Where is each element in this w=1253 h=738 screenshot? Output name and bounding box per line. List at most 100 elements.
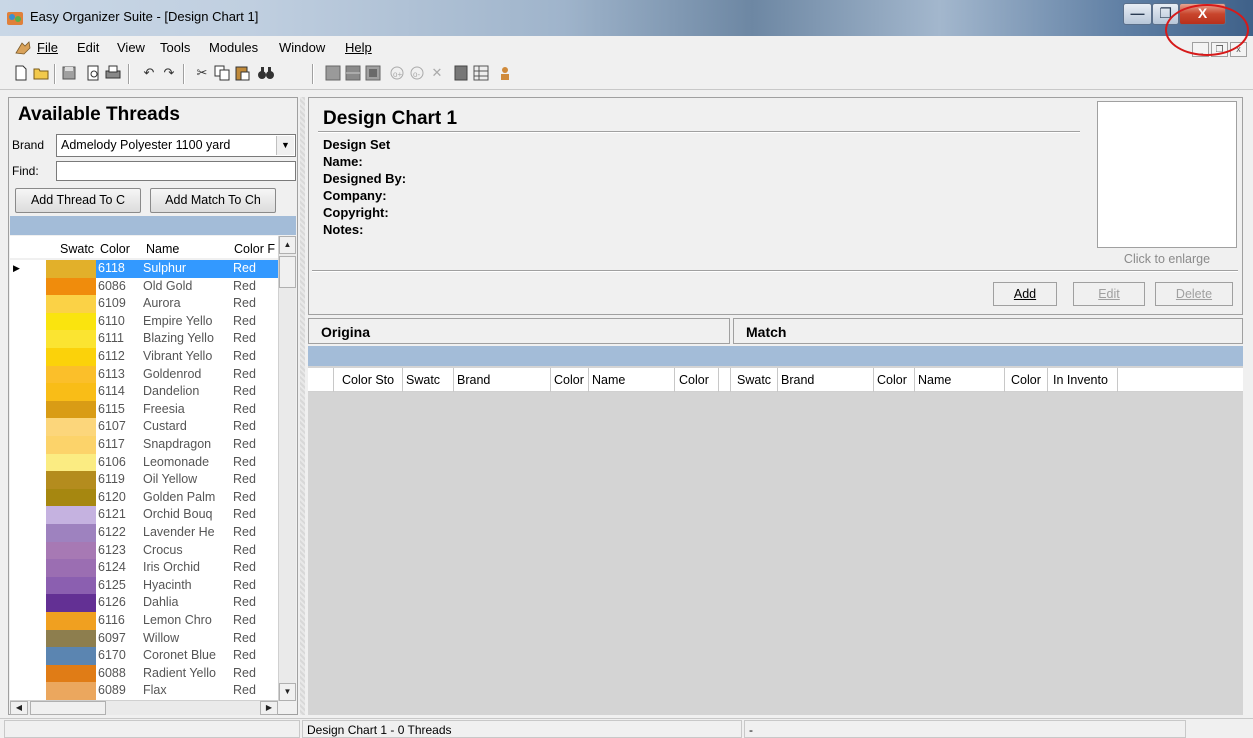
thread-row[interactable]: 6088 Radient Yello Red: [10, 664, 278, 683]
thread-swatch: [46, 488, 96, 507]
column-header-swatch[interactable]: Swatc: [60, 242, 94, 256]
mdi-document-icon[interactable]: [14, 40, 32, 56]
column-header-name[interactable]: Name: [146, 242, 179, 256]
menu-window[interactable]: Window: [279, 40, 325, 55]
grid-tool-icon[interactable]: [472, 64, 490, 82]
chart-tool-2-icon[interactable]: [344, 64, 362, 82]
person-tool-icon[interactable]: [496, 64, 514, 82]
thread-row[interactable]: 6124 Iris Orchid Red: [10, 559, 278, 577]
menu-tools[interactable]: Tools: [160, 40, 190, 55]
scroll-up-arrow-icon[interactable]: ▲: [279, 236, 296, 254]
find-binoculars-icon[interactable]: [257, 64, 275, 82]
thread-name: Hyacinth: [143, 577, 192, 592]
design-image-preview[interactable]: [1097, 101, 1237, 248]
column-header-match-brand[interactable]: Brand: [781, 373, 814, 387]
chevron-down-icon[interactable]: ▼: [276, 136, 294, 155]
find-input[interactable]: [56, 161, 296, 181]
menu-view[interactable]: View: [117, 40, 145, 55]
add-thread-to-chart-button[interactable]: Add Thread To C: [15, 188, 141, 213]
panel-splitter[interactable]: [300, 97, 305, 715]
thread-row[interactable]: 6116 Lemon Chro Red: [10, 612, 278, 630]
menu-edit[interactable]: Edit: [77, 40, 99, 55]
thread-row[interactable]: 6126 Dahlia Red: [10, 594, 278, 612]
chart-tool-3-icon[interactable]: [364, 64, 382, 82]
thread-row[interactable]: 6112 Vibrant Yello Red: [10, 348, 278, 366]
thread-color-number: 6122: [98, 525, 126, 539]
threads-grid[interactable]: 6118 Sulphur Red 6086 Old Gold Red 6109 Aurora R…: [10, 260, 278, 700]
cut-icon[interactable]: ✂: [193, 64, 211, 82]
thread-row[interactable]: 6113 Goldenrod Red: [10, 365, 278, 384]
minimize-button[interactable]: —: [1123, 3, 1152, 25]
scroll-right-arrow-icon[interactable]: ▶: [260, 701, 278, 715]
thread-row[interactable]: 6123 Crocus Red: [10, 541, 278, 560]
thread-row[interactable]: 6118 Sulphur Red: [10, 260, 278, 278]
new-file-icon[interactable]: [12, 64, 30, 82]
column-header-match-swatch[interactable]: Swatc: [737, 373, 771, 387]
thread-row[interactable]: 6121 Orchid Bouq Red: [10, 506, 278, 524]
chart-tool-1-icon[interactable]: [324, 64, 342, 82]
column-header-match-color-family[interactable]: Color: [1011, 373, 1041, 387]
thread-row[interactable]: 6170 Coronet Blue Red: [10, 647, 278, 665]
thread-row[interactable]: 6106 Leomonade Red: [10, 453, 278, 472]
column-header-color-family[interactable]: Color F: [234, 242, 275, 256]
thread-row[interactable]: 6086 Old Gold Red: [10, 277, 278, 296]
undo-icon[interactable]: ↶: [140, 64, 158, 82]
scroll-left-arrow-icon[interactable]: ◀: [10, 701, 28, 715]
thread-row[interactable]: 6120 Golden Palm Red: [10, 488, 278, 507]
paste-icon[interactable]: [233, 64, 251, 82]
brand-select[interactable]: Admelody Polyester 1100 yard ▼: [56, 134, 296, 157]
edit-button[interactable]: Edit: [1073, 282, 1145, 306]
save-icon[interactable]: [60, 64, 78, 82]
menu-help[interactable]: Help: [345, 40, 372, 55]
add-match-to-chart-button[interactable]: Add Match To Ch: [150, 188, 276, 213]
click-to-enlarge-label[interactable]: Click to enlarge: [1100, 252, 1234, 266]
add-button[interactable]: Add: [993, 282, 1057, 306]
thread-row[interactable]: 6110 Empire Yello Red: [10, 312, 278, 331]
thread-row[interactable]: 6111 Blazing Yello Red: [10, 330, 278, 348]
column-header-original-swatch[interactable]: Swatc: [406, 373, 440, 387]
delete-button[interactable]: Delete: [1155, 282, 1233, 306]
available-threads-title: Available Threads: [18, 104, 180, 125]
column-header-in-inventory[interactable]: In Invento: [1053, 373, 1108, 387]
scroll-down-arrow-icon[interactable]: ▼: [279, 683, 296, 701]
column-header-match-name[interactable]: Name: [918, 373, 951, 387]
thread-row[interactable]: 6107 Custard Red: [10, 418, 278, 436]
thread-name: Snapdragon: [143, 437, 212, 451]
chart-threads-grid[interactable]: [308, 346, 1243, 715]
column-header-original-brand[interactable]: Brand: [457, 373, 490, 387]
thread-row[interactable]: 6109 Aurora Red: [10, 295, 278, 313]
thread-tool-1-icon[interactable]: o+: [388, 64, 406, 82]
print-preview-icon[interactable]: [84, 64, 102, 82]
print-icon[interactable]: [104, 64, 122, 82]
open-folder-icon[interactable]: [32, 64, 50, 82]
threads-horizontal-scrollbar[interactable]: ◀ ▶: [10, 700, 278, 715]
menu-file[interactable]: File: [37, 40, 58, 55]
menu-modules[interactable]: Modules: [209, 40, 258, 55]
thread-row[interactable]: 6097 Willow Red: [10, 629, 278, 648]
thread-row[interactable]: 6119 Oil Yellow Red: [10, 471, 278, 489]
column-separator: [1117, 368, 1118, 392]
remove-x-icon[interactable]: ✕: [428, 64, 446, 82]
thread-row[interactable]: 6115 Freesia Red: [10, 400, 278, 419]
copy-icon[interactable]: [213, 64, 231, 82]
thread-row[interactable]: 6114 Dandelion Red: [10, 383, 278, 401]
column-header-original-color[interactable]: Color: [554, 373, 584, 387]
redo-icon[interactable]: ↷: [160, 64, 178, 82]
document-tool-icon[interactable]: [452, 64, 470, 82]
thread-color-family: Red: [233, 261, 256, 275]
thread-row[interactable]: 6125 Hyacinth Red: [10, 576, 278, 595]
column-header-match-color[interactable]: Color: [877, 373, 907, 387]
thread-name: Leomonade: [143, 454, 210, 469]
status-pane-secondary: -: [744, 720, 1186, 738]
column-header-color-stock[interactable]: Color Sto: [342, 373, 394, 387]
column-header-original-color-family[interactable]: Color: [679, 373, 709, 387]
threads-vertical-scrollbar[interactable]: ▲ ▼: [278, 236, 296, 701]
scroll-thumb[interactable]: [279, 256, 296, 288]
column-header-color[interactable]: Color: [100, 242, 130, 256]
column-header-original-name[interactable]: Name: [592, 373, 625, 387]
hscroll-thumb[interactable]: [30, 701, 106, 715]
thread-tool-2-icon[interactable]: o-: [408, 64, 426, 82]
thread-row[interactable]: 6117 Snapdragon Red: [10, 436, 278, 454]
thread-row[interactable]: 6122 Lavender He Red: [10, 524, 278, 542]
thread-row[interactable]: 6089 Flax Red: [10, 682, 278, 700]
